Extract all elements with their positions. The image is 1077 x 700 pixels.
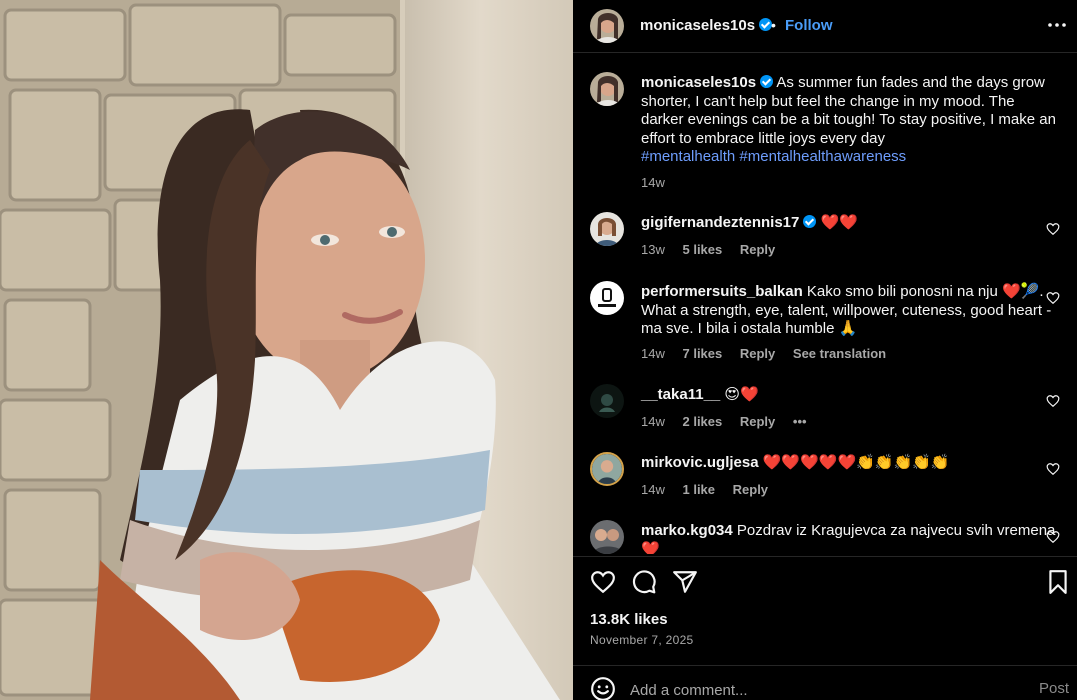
caption-time[interactable]: 14w bbox=[641, 175, 665, 190]
comment-username[interactable]: gigifernandeztennis17 bbox=[641, 214, 799, 231]
author-name[interactable]: monicaseles10s bbox=[640, 17, 755, 34]
comment-text-block: performersuits_balkan Kako smo bili pono… bbox=[641, 283, 1061, 339]
verified-badge-icon bbox=[760, 75, 774, 88]
post-comment-button[interactable]: Post bbox=[1039, 680, 1069, 697]
comment-username[interactable]: performersuits_balkan bbox=[641, 283, 803, 300]
comment-item: __taka11__ 😍❤️ 14w 2 likes Reply ••• bbox=[590, 384, 1060, 444]
author-username[interactable]: monicaseles10s bbox=[640, 17, 773, 34]
comment-item: mirkovic.ugljesa ❤️❤️❤️❤️❤️👏👏👏👏👏 14w 1 l… bbox=[590, 452, 1060, 512]
comment-text: ❤️❤️ bbox=[820, 214, 858, 231]
comment-username[interactable]: marko.kg034 bbox=[641, 522, 733, 539]
comment-avatar[interactable] bbox=[590, 281, 624, 315]
comment-text-block: __taka11__ 😍❤️ bbox=[641, 386, 1061, 405]
heart-icon[interactable] bbox=[590, 569, 616, 595]
comment-item: marko.kg034 Pozdrav iz Kragujevca za naj… bbox=[590, 520, 1060, 554]
comment-time[interactable]: 14w bbox=[641, 346, 665, 361]
like-comment-heart-icon[interactable] bbox=[1046, 222, 1060, 236]
comment-likes[interactable]: 1 like bbox=[682, 482, 715, 497]
comment-meta: 14w 7 likes Reply See translation bbox=[641, 346, 900, 361]
like-comment-heart-icon[interactable] bbox=[1046, 462, 1060, 476]
comment-item: gigifernandeztennis17 ❤️❤️ 13w 5 likes R… bbox=[590, 212, 1060, 272]
like-comment-heart-icon[interactable] bbox=[1046, 291, 1060, 305]
see-translation-button[interactable]: See translation bbox=[793, 346, 886, 361]
comment-avatar[interactable] bbox=[590, 384, 624, 418]
post-header: monicaseles10s • Follow bbox=[573, 0, 1077, 53]
share-icon[interactable] bbox=[672, 569, 698, 595]
comment-text-block: marko.kg034 Pozdrav iz Kragujevca za naj… bbox=[641, 522, 1061, 554]
post-panel: monicaseles10s • Follow monicaseles10s A… bbox=[573, 0, 1077, 700]
post-actions: 13.8K likes November 7, 2025 Post bbox=[573, 556, 1077, 700]
comment-item: performersuits_balkan Kako smo bili pono… bbox=[590, 281, 1060, 371]
caption-text-block: monicaseles10s As summer fun fades and t… bbox=[641, 74, 1061, 167]
comment-text-block: mirkovic.ugljesa ❤️❤️❤️❤️❤️👏👏👏👏👏 bbox=[641, 454, 1061, 473]
comment-text: 😍❤️ bbox=[724, 386, 759, 403]
comment-avatar-story-ring[interactable] bbox=[590, 452, 624, 486]
woman-portrait bbox=[90, 109, 560, 700]
caption-hashtags[interactable]: #mentalhealth #mentalhealthawareness bbox=[641, 148, 906, 165]
like-comment-heart-icon[interactable] bbox=[1046, 530, 1060, 544]
post-photo bbox=[0, 0, 573, 700]
verified-badge-icon bbox=[803, 215, 817, 228]
comment-text: ❤️❤️❤️❤️❤️👏👏👏👏👏 bbox=[762, 454, 950, 471]
comment-time[interactable]: 14w bbox=[641, 414, 665, 429]
add-comment-row: Post bbox=[573, 665, 1077, 700]
comment-more-options-icon[interactable]: ••• bbox=[793, 414, 807, 429]
comment-likes[interactable]: 2 likes bbox=[682, 414, 722, 429]
reply-button[interactable]: Reply bbox=[740, 414, 775, 429]
comment-text-block: gigifernandeztennis17 ❤️❤️ bbox=[641, 214, 1061, 233]
comment-meta: 13w 5 likes Reply bbox=[641, 242, 789, 257]
reply-button[interactable]: Reply bbox=[740, 242, 775, 257]
separator-dot: • bbox=[771, 17, 776, 33]
comment-avatar[interactable] bbox=[590, 520, 624, 554]
like-comment-heart-icon[interactable] bbox=[1046, 394, 1060, 408]
reply-button[interactable]: Reply bbox=[740, 346, 775, 361]
comment-meta: 14w 2 likes Reply ••• bbox=[641, 414, 821, 429]
caption-avatar[interactable] bbox=[590, 72, 624, 106]
comment-icon[interactable] bbox=[631, 569, 657, 595]
comment-username[interactable]: __taka11__ bbox=[641, 386, 720, 403]
comment-input[interactable] bbox=[630, 678, 1010, 700]
bookmark-icon[interactable] bbox=[1045, 569, 1071, 595]
likes-count[interactable]: 13.8K likes bbox=[590, 611, 668, 628]
emoji-icon[interactable] bbox=[590, 676, 616, 700]
more-options-icon[interactable] bbox=[1047, 15, 1067, 35]
caption-meta: 14w bbox=[641, 175, 679, 190]
comment-avatar[interactable] bbox=[590, 212, 624, 246]
comment-time[interactable]: 14w bbox=[641, 482, 665, 497]
profile-avatar[interactable] bbox=[590, 9, 624, 43]
comment-likes[interactable]: 5 likes bbox=[682, 242, 722, 257]
comments-list[interactable]: monicaseles10s As summer fun fades and t… bbox=[573, 54, 1077, 554]
comment-likes[interactable]: 7 likes bbox=[682, 346, 722, 361]
comment-time[interactable]: 13w bbox=[641, 242, 665, 257]
reply-button[interactable]: Reply bbox=[733, 482, 768, 497]
comment-username[interactable]: mirkovic.ugljesa bbox=[641, 454, 759, 471]
comment-meta: 14w 1 like Reply bbox=[641, 482, 782, 497]
post-date[interactable]: November 7, 2025 bbox=[590, 633, 694, 647]
follow-button[interactable]: Follow bbox=[785, 17, 833, 34]
caption-username[interactable]: monicaseles10s bbox=[641, 74, 756, 91]
